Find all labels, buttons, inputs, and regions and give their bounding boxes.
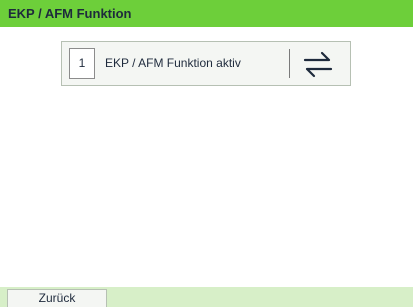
menu-item-ekp-afm-aktiv[interactable]: 1 EKP / AFM Funktion aktiv xyxy=(61,41,351,86)
swap-arrows-icon xyxy=(303,51,333,78)
page-title: EKP / AFM Funktion xyxy=(0,0,413,27)
menu-item-divider xyxy=(289,49,290,78)
back-button[interactable]: Zurück xyxy=(7,289,107,307)
menu-item-label: EKP / AFM Funktion aktiv xyxy=(105,56,241,70)
menu-item-number: 1 xyxy=(69,48,95,79)
